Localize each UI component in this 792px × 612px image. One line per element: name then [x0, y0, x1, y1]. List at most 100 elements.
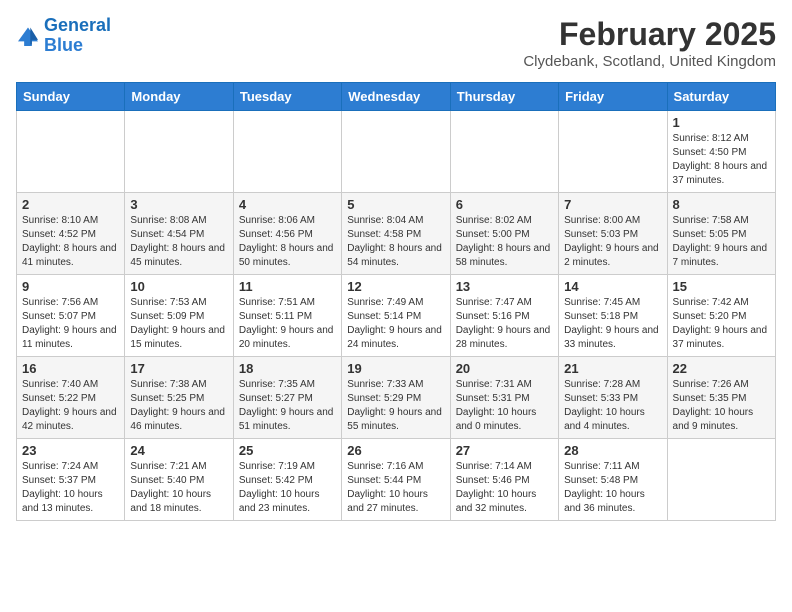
- day-number: 15: [673, 279, 770, 294]
- day-info: Sunrise: 7:45 AM Sunset: 5:18 PM Dayligh…: [564, 296, 661, 352]
- day-header-sunday: Sunday: [17, 83, 125, 111]
- day-cell: 6 Sunrise: 8:02 AM Sunset: 5:00 PM Daylig…: [450, 193, 558, 275]
- day-info: Sunrise: 7:16 AM Sunset: 5:44 PM Dayligh…: [347, 460, 444, 516]
- logo-line1: General: [44, 15, 111, 35]
- day-number: 26: [347, 443, 444, 458]
- day-number: 6: [456, 197, 553, 212]
- day-info: Sunrise: 8:08 AM Sunset: 4:54 PM Dayligh…: [130, 214, 227, 270]
- day-info: Sunrise: 8:00 AM Sunset: 5:03 PM Dayligh…: [564, 214, 661, 270]
- day-info: Sunrise: 7:35 AM Sunset: 5:27 PM Dayligh…: [239, 378, 336, 434]
- day-info: Sunrise: 7:28 AM Sunset: 5:33 PM Dayligh…: [564, 378, 661, 434]
- logo-text: General Blue: [44, 16, 111, 56]
- week-row-1: 1Sunrise: 8:12 AM Sunset: 4:50 PM Daylig…: [17, 111, 776, 193]
- logo-line2: Blue: [44, 35, 83, 55]
- day-number: 3: [130, 197, 227, 212]
- day-number: 11: [239, 279, 336, 294]
- page-header: General Blue February 2025 Clydebank, Sc…: [16, 16, 776, 70]
- day-cell: 2Sunrise: 8:10 AM Sunset: 4:52 PM Daylig…: [17, 193, 125, 275]
- day-info: Sunrise: 8:02 AM Sunset: 5:00 PM Dayligh…: [456, 214, 553, 270]
- day-number: 19: [347, 361, 444, 376]
- day-info: Sunrise: 7:47 AM Sunset: 5:16 PM Dayligh…: [456, 296, 553, 352]
- day-cell: 24 Sunrise: 7:21 AM Sunset: 5:40 PM Dayli…: [125, 439, 233, 521]
- day-number: 21: [564, 361, 661, 376]
- day-info: Sunrise: 7:38 AM Sunset: 5:25 PM Dayligh…: [130, 378, 227, 434]
- day-cell: 27Sunrise: 7:14 AM Sunset: 5:46 PM Dayli…: [450, 439, 558, 521]
- day-info: Sunrise: 7:56 AM Sunset: 5:07 PM Dayligh…: [22, 296, 119, 352]
- day-number: 28: [564, 443, 661, 458]
- day-header-saturday: Saturday: [667, 83, 775, 111]
- day-number: 17: [130, 361, 227, 376]
- day-cell: 12 Sunrise: 7:49 AM Sunset: 5:14 PM Dayli…: [342, 275, 450, 357]
- calendar-table: SundayMondayTuesdayWednesdayThursdayFrid…: [16, 82, 776, 521]
- day-cell: [559, 111, 667, 193]
- day-info: Sunrise: 7:53 AM Sunset: 5:09 PM Dayligh…: [130, 296, 227, 352]
- day-cell: 4Sunrise: 8:06 AM Sunset: 4:56 PM Daylig…: [233, 193, 341, 275]
- day-cell: 23 Sunrise: 7:24 AM Sunset: 5:37 PM Dayli…: [17, 439, 125, 521]
- day-cell: 21 Sunrise: 7:28 AM Sunset: 5:33 PM Dayli…: [559, 357, 667, 439]
- day-info: Sunrise: 7:19 AM Sunset: 5:42 PM Dayligh…: [239, 460, 336, 516]
- day-number: 24: [130, 443, 227, 458]
- day-cell: 9 Sunrise: 7:56 AM Sunset: 5:07 PM Daylig…: [17, 275, 125, 357]
- logo-icon: [16, 26, 40, 46]
- day-info: Sunrise: 7:33 AM Sunset: 5:29 PM Dayligh…: [347, 378, 444, 434]
- day-cell: 7 Sunrise: 8:00 AM Sunset: 5:03 PM Daylig…: [559, 193, 667, 275]
- day-info: Sunrise: 8:10 AM Sunset: 4:52 PM Dayligh…: [22, 214, 119, 270]
- day-cell: [17, 111, 125, 193]
- day-info: Sunrise: 7:51 AM Sunset: 5:11 PM Dayligh…: [239, 296, 336, 352]
- day-cell: 28 Sunrise: 7:11 AM Sunset: 5:48 PM Dayli…: [559, 439, 667, 521]
- day-info: Sunrise: 7:21 AM Sunset: 5:40 PM Dayligh…: [130, 460, 227, 516]
- week-row-2: 2Sunrise: 8:10 AM Sunset: 4:52 PM Daylig…: [17, 193, 776, 275]
- day-info: Sunrise: 8:04 AM Sunset: 4:58 PM Dayligh…: [347, 214, 444, 270]
- day-number: 18: [239, 361, 336, 376]
- day-info: Sunrise: 7:14 AM Sunset: 5:46 PM Dayligh…: [456, 460, 553, 516]
- day-cell: 8 Sunrise: 7:58 AM Sunset: 5:05 PM Daylig…: [667, 193, 775, 275]
- day-info: Sunrise: 7:24 AM Sunset: 5:37 PM Dayligh…: [22, 460, 119, 516]
- day-header-friday: Friday: [559, 83, 667, 111]
- day-number: 4: [239, 197, 336, 212]
- day-info: Sunrise: 7:58 AM Sunset: 5:05 PM Dayligh…: [673, 214, 770, 270]
- day-cell: [125, 111, 233, 193]
- day-cell: [667, 439, 775, 521]
- title-block: February 2025 Clydebank, Scotland, Unite…: [523, 16, 776, 70]
- week-row-5: 23 Sunrise: 7:24 AM Sunset: 5:37 PM Dayli…: [17, 439, 776, 521]
- day-cell: [450, 111, 558, 193]
- day-cell: 22 Sunrise: 7:26 AM Sunset: 5:35 PM Dayli…: [667, 357, 775, 439]
- day-info: Sunrise: 7:26 AM Sunset: 5:35 PM Dayligh…: [673, 378, 770, 434]
- day-number: 22: [673, 361, 770, 376]
- day-cell: 1Sunrise: 8:12 AM Sunset: 4:50 PM Daylig…: [667, 111, 775, 193]
- week-row-3: 9 Sunrise: 7:56 AM Sunset: 5:07 PM Daylig…: [17, 275, 776, 357]
- day-number: 10: [130, 279, 227, 294]
- day-cell: [342, 111, 450, 193]
- day-number: 25: [239, 443, 336, 458]
- day-info: Sunrise: 7:40 AM Sunset: 5:22 PM Dayligh…: [22, 378, 119, 434]
- day-cell: 26 Sunrise: 7:16 AM Sunset: 5:44 PM Dayli…: [342, 439, 450, 521]
- day-info: Sunrise: 7:49 AM Sunset: 5:14 PM Dayligh…: [347, 296, 444, 352]
- day-cell: 25 Sunrise: 7:19 AM Sunset: 5:42 PM Dayli…: [233, 439, 341, 521]
- day-number: 23: [22, 443, 119, 458]
- day-header-monday: Monday: [125, 83, 233, 111]
- day-number: 1: [673, 115, 770, 130]
- day-cell: 20Sunrise: 7:31 AM Sunset: 5:31 PM Dayli…: [450, 357, 558, 439]
- day-info: Sunrise: 7:31 AM Sunset: 5:31 PM Dayligh…: [456, 378, 553, 434]
- day-cell: 19 Sunrise: 7:33 AM Sunset: 5:29 PM Dayli…: [342, 357, 450, 439]
- day-cell: 11 Sunrise: 7:51 AM Sunset: 5:11 PM Dayli…: [233, 275, 341, 357]
- day-cell: 13Sunrise: 7:47 AM Sunset: 5:16 PM Dayli…: [450, 275, 558, 357]
- day-cell: [233, 111, 341, 193]
- day-number: 8: [673, 197, 770, 212]
- day-number: 14: [564, 279, 661, 294]
- location: Clydebank, Scotland, United Kingdom: [523, 53, 776, 70]
- day-header-tuesday: Tuesday: [233, 83, 341, 111]
- month-title: February 2025: [523, 16, 776, 53]
- day-cell: 18 Sunrise: 7:35 AM Sunset: 5:27 PM Dayli…: [233, 357, 341, 439]
- day-cell: 3 Sunrise: 8:08 AM Sunset: 4:54 PM Daylig…: [125, 193, 233, 275]
- day-header-wednesday: Wednesday: [342, 83, 450, 111]
- day-number: 12: [347, 279, 444, 294]
- day-number: 9: [22, 279, 119, 294]
- day-info: Sunrise: 7:42 AM Sunset: 5:20 PM Dayligh…: [673, 296, 770, 352]
- day-number: 16: [22, 361, 119, 376]
- day-cell: 5Sunrise: 8:04 AM Sunset: 4:58 PM Daylig…: [342, 193, 450, 275]
- day-info: Sunrise: 7:11 AM Sunset: 5:48 PM Dayligh…: [564, 460, 661, 516]
- day-number: 7: [564, 197, 661, 212]
- week-row-4: 16 Sunrise: 7:40 AM Sunset: 5:22 PM Dayli…: [17, 357, 776, 439]
- day-cell: 10 Sunrise: 7:53 AM Sunset: 5:09 PM Dayli…: [125, 275, 233, 357]
